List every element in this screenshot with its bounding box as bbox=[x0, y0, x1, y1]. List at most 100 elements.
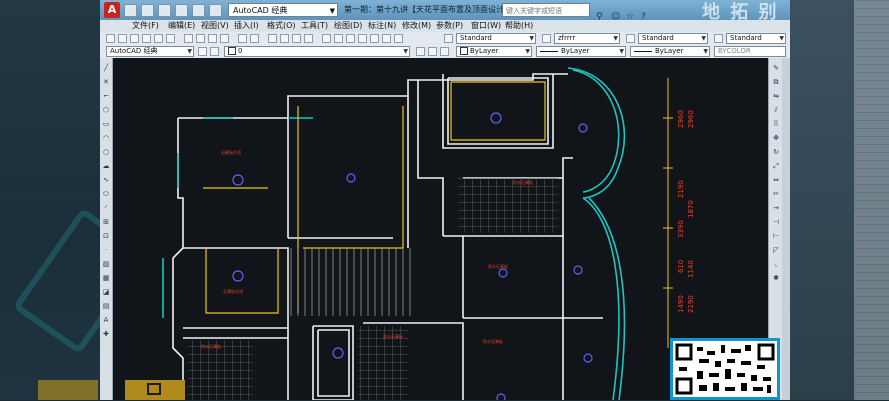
save-icon[interactable] bbox=[130, 34, 139, 43]
menu-item-tools[interactable]: 工具(T) bbox=[301, 20, 328, 32]
move-icon[interactable]: ✥ bbox=[772, 134, 780, 142]
fillet-icon[interactable]: ◟ bbox=[772, 260, 780, 268]
text-style-icon[interactable] bbox=[444, 34, 453, 43]
trim-icon[interactable]: ✂ bbox=[772, 190, 780, 198]
color-select[interactable]: ByLayer ▼ bbox=[456, 46, 532, 57]
plot-icon[interactable] bbox=[192, 4, 205, 17]
break-icon[interactable]: ⊣ bbox=[772, 218, 780, 226]
menu-item-help[interactable]: 帮助(H) bbox=[505, 20, 533, 32]
calculator-icon[interactable] bbox=[382, 34, 391, 43]
new-icon[interactable] bbox=[124, 4, 137, 17]
menu-item-dimension[interactable]: 标注(N) bbox=[368, 20, 396, 32]
make-current-layer-icon[interactable] bbox=[416, 47, 425, 56]
polyline-icon[interactable]: ⌐ bbox=[102, 92, 110, 100]
redo-icon[interactable] bbox=[250, 34, 259, 43]
vertical-scrollbar[interactable] bbox=[782, 58, 790, 400]
rectangle-icon[interactable]: ▭ bbox=[102, 120, 110, 128]
markup-icon[interactable] bbox=[370, 34, 379, 43]
stretch-icon[interactable]: ⇔ bbox=[772, 176, 780, 184]
zoom-window-icon[interactable] bbox=[292, 34, 301, 43]
help-icon[interactable] bbox=[394, 34, 403, 43]
table-style-icon[interactable] bbox=[626, 34, 635, 43]
menu-item-insert[interactable]: 插入(I) bbox=[234, 20, 259, 32]
scale-icon[interactable]: ⤢ bbox=[772, 162, 780, 170]
plotstyle-select[interactable]: BYCOLOR bbox=[714, 46, 786, 57]
multileader-style-icon[interactable] bbox=[714, 34, 723, 43]
add-selected-icon[interactable]: ✚ bbox=[102, 330, 110, 338]
layer-properties-icon[interactable] bbox=[210, 47, 219, 56]
autocad-app-icon[interactable]: A bbox=[104, 2, 120, 18]
rotate-icon[interactable]: ↻ bbox=[772, 148, 780, 156]
gear-icon[interactable] bbox=[198, 47, 207, 56]
multiline-text-icon[interactable]: A bbox=[102, 316, 110, 324]
search-input[interactable]: 键入关键字或短语 bbox=[502, 3, 590, 17]
mirror-icon[interactable]: ⇋ bbox=[772, 92, 780, 100]
zoom-previous-icon[interactable] bbox=[304, 34, 313, 43]
join-icon[interactable]: ⊢ bbox=[772, 232, 780, 240]
match-properties-icon[interactable] bbox=[220, 34, 229, 43]
multileader-style-select[interactable]: Standard ▼ bbox=[726, 33, 786, 44]
hatch-icon[interactable]: ▨ bbox=[102, 260, 110, 268]
region-icon[interactable]: ◪ bbox=[102, 288, 110, 296]
cut-icon[interactable] bbox=[184, 34, 193, 43]
pan-icon[interactable] bbox=[268, 34, 277, 43]
properties-icon[interactable] bbox=[322, 34, 331, 43]
circle-icon[interactable]: ○ bbox=[102, 148, 110, 156]
array-icon[interactable]: ⠿ bbox=[772, 120, 780, 128]
zoom-realtime-icon[interactable] bbox=[280, 34, 289, 43]
undo-icon[interactable] bbox=[209, 4, 222, 17]
tool-palettes-icon[interactable] bbox=[346, 34, 355, 43]
line-icon[interactable]: ╱ bbox=[102, 64, 110, 72]
workspace-toolbar-select[interactable]: AutoCAD 经典 ▼ bbox=[106, 46, 194, 57]
ellipse-arc-icon[interactable]: ◜ bbox=[102, 204, 110, 212]
linetype-select[interactable]: ByLayer ▼ bbox=[536, 46, 626, 57]
layer-states-icon[interactable] bbox=[440, 47, 449, 56]
ellipse-icon[interactable]: ⬭ bbox=[102, 190, 110, 198]
chamfer-icon[interactable]: ◸ bbox=[772, 246, 780, 254]
layer-select[interactable]: 0 ▼ bbox=[224, 46, 410, 57]
layer-previous-icon[interactable] bbox=[428, 47, 437, 56]
explode-icon[interactable]: ✱ bbox=[772, 274, 780, 282]
insert-block-icon[interactable]: ⊞ bbox=[102, 218, 110, 226]
offset-icon[interactable]: ⫽ bbox=[772, 106, 780, 114]
open-icon[interactable] bbox=[141, 4, 154, 17]
point-icon[interactable]: · bbox=[102, 246, 110, 254]
menu-item-draw[interactable]: 绘图(D) bbox=[334, 20, 362, 32]
copy-icon[interactable] bbox=[196, 34, 205, 43]
open-icon[interactable] bbox=[118, 34, 127, 43]
copy-object-icon[interactable]: ⧉ bbox=[772, 78, 780, 86]
make-block-icon[interactable]: ⊡ bbox=[102, 232, 110, 240]
menu-item-file[interactable]: 文件(F) bbox=[132, 20, 159, 32]
publish-icon[interactable] bbox=[166, 34, 175, 43]
sheet-set-icon[interactable] bbox=[358, 34, 367, 43]
extend-icon[interactable]: → bbox=[772, 204, 780, 212]
undo-icon[interactable] bbox=[238, 34, 247, 43]
polygon-icon[interactable]: ⬡ bbox=[102, 106, 110, 114]
lineweight-select[interactable]: ByLayer ▼ bbox=[630, 46, 710, 57]
construction-line-icon[interactable]: ✕ bbox=[102, 78, 110, 86]
arc-icon[interactable]: ◠ bbox=[102, 134, 110, 142]
new-icon[interactable] bbox=[106, 34, 115, 43]
dim-style-select[interactable]: zfrrrr ▼ bbox=[554, 33, 620, 44]
menu-item-format[interactable]: 格式(O) bbox=[267, 20, 296, 32]
preview-icon[interactable] bbox=[154, 34, 163, 43]
revision-cloud-icon[interactable]: ☁ bbox=[102, 162, 110, 170]
spline-icon[interactable]: ∿ bbox=[102, 176, 110, 184]
table-icon[interactable]: ▤ bbox=[102, 302, 110, 310]
workspace-select[interactable]: AutoCAD 经典 ▼ bbox=[228, 3, 338, 17]
table-style-select[interactable]: Standard ▼ bbox=[638, 33, 708, 44]
saveas-icon[interactable] bbox=[175, 4, 188, 17]
menu-item-view[interactable]: 视图(V) bbox=[201, 20, 229, 32]
menu-item-modify[interactable]: 修改(M) bbox=[402, 20, 431, 32]
erase-icon[interactable]: ✎ bbox=[772, 64, 780, 72]
dim-style-icon[interactable] bbox=[542, 34, 551, 43]
menu-item-window[interactable]: 窗口(W) bbox=[471, 20, 501, 32]
plot-icon[interactable] bbox=[142, 34, 151, 43]
menu-item-edit[interactable]: 编辑(E) bbox=[168, 20, 195, 32]
text-style-select[interactable]: Standard ▼ bbox=[456, 33, 536, 44]
save-icon[interactable] bbox=[158, 4, 171, 17]
paste-icon[interactable] bbox=[208, 34, 217, 43]
gradient-icon[interactable]: ▦ bbox=[102, 274, 110, 282]
design-center-icon[interactable] bbox=[334, 34, 343, 43]
menu-item-parametric[interactable]: 参数(P) bbox=[436, 20, 463, 32]
